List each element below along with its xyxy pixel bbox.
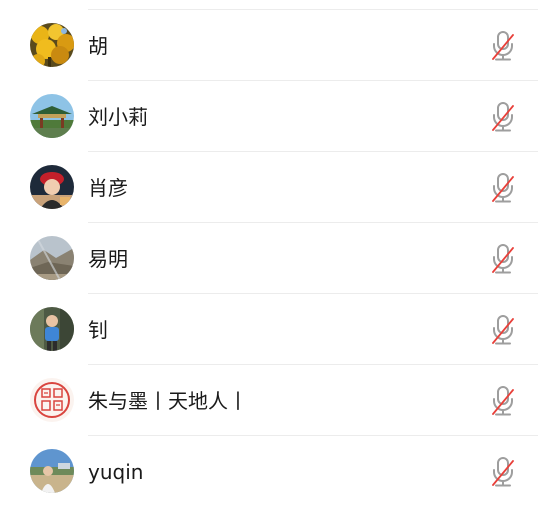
participant-name: 钊 bbox=[88, 318, 108, 342]
participant-row[interactable]: 刘小莉 bbox=[0, 81, 538, 152]
mic-muted-icon[interactable] bbox=[490, 172, 516, 204]
mic-muted-icon[interactable] bbox=[490, 30, 516, 62]
participant-name: 易明 bbox=[88, 247, 128, 271]
participant-name: 肖彦 bbox=[88, 176, 128, 200]
participant-name: yuqin bbox=[88, 460, 144, 484]
participant-row[interactable]: 朱与墨丨天地人丨 bbox=[0, 365, 538, 436]
participant-row[interactable]: 胡 bbox=[0, 10, 538, 81]
mic-muted-icon[interactable] bbox=[490, 243, 516, 275]
participant-name: 朱与墨丨天地人丨 bbox=[88, 389, 248, 413]
avatar-red-seal-icon[interactable] bbox=[30, 378, 74, 422]
mic-muted-icon[interactable] bbox=[490, 314, 516, 346]
participant-row[interactable]: yuqin bbox=[0, 436, 538, 507]
avatar-person-red-hat-icon[interactable] bbox=[30, 165, 74, 209]
participant-name: 刘小莉 bbox=[88, 105, 148, 129]
participant-row[interactable]: 肖彦 bbox=[0, 152, 538, 223]
avatar-person-outdoors-icon[interactable] bbox=[30, 449, 74, 493]
avatar-hazy-landscape-icon[interactable] bbox=[30, 236, 74, 280]
participant-row[interactable]: 钊 bbox=[0, 294, 538, 365]
participant-row[interactable]: 易明 bbox=[0, 223, 538, 294]
mic-muted-icon[interactable] bbox=[490, 456, 516, 488]
mic-muted-icon[interactable] bbox=[490, 385, 516, 417]
avatar-pavilion-sky-icon[interactable] bbox=[30, 94, 74, 138]
participant-list: 胡 刘小莉 肖彦 易明 钊 朱与墨丨天地人丨 yuqin bbox=[0, 0, 538, 505]
avatar-child-blue-shirt-icon[interactable] bbox=[30, 307, 74, 351]
mic-muted-icon[interactable] bbox=[490, 101, 516, 133]
avatar-golden-leaves-icon[interactable] bbox=[30, 23, 74, 67]
participant-name: 胡 bbox=[88, 34, 108, 58]
